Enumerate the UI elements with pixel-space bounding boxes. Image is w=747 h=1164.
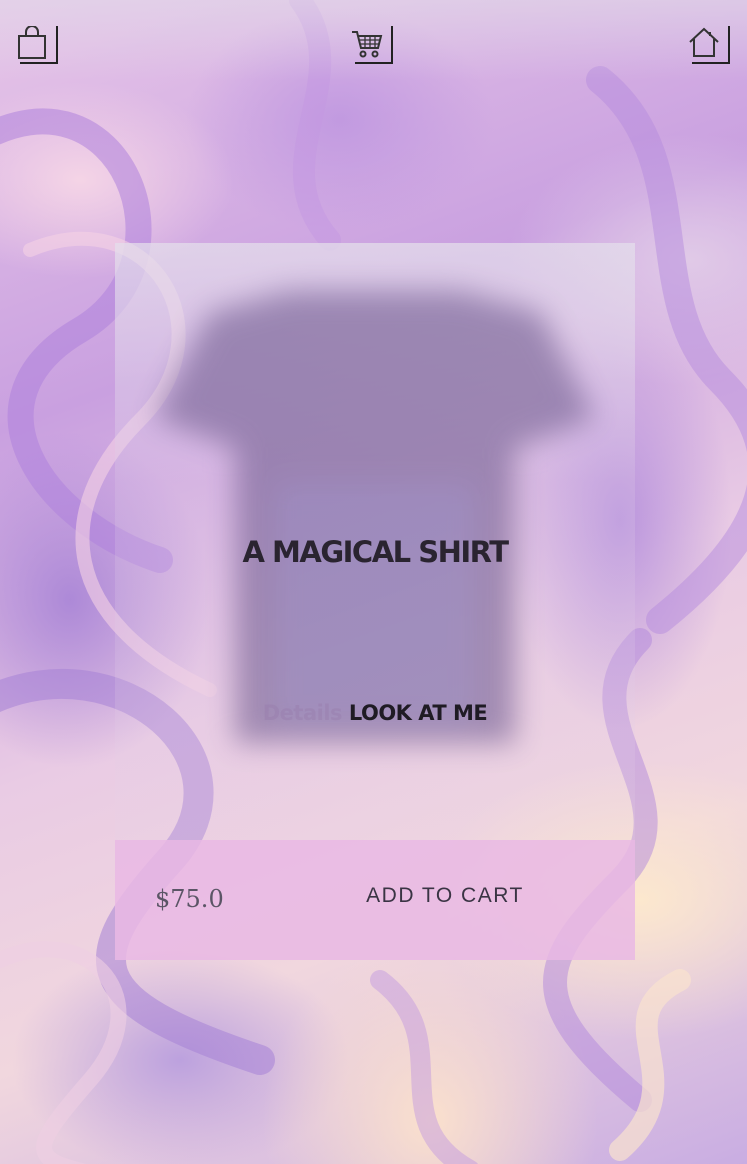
product-card: A MAGICAL SHIRT Details LOOK AT ME — [115, 243, 635, 840]
details-row: Details LOOK AT ME — [115, 701, 635, 725]
look-at-me-link[interactable]: LOOK AT ME — [349, 701, 488, 725]
home-button[interactable] — [689, 26, 730, 64]
top-navigation-bar — [0, 0, 747, 80]
shopping-cart-button[interactable] — [352, 26, 393, 64]
add-to-cart-button[interactable]: ADD TO CART — [365, 884, 525, 908]
price-bar: $75.0 ADD TO CART — [115, 840, 635, 960]
details-label: Details — [262, 701, 343, 725]
shopping-bag-button[interactable] — [18, 26, 58, 64]
product-price: $75.0 — [155, 885, 224, 913]
product-title: A MAGICAL SHIRT — [242, 535, 510, 569]
